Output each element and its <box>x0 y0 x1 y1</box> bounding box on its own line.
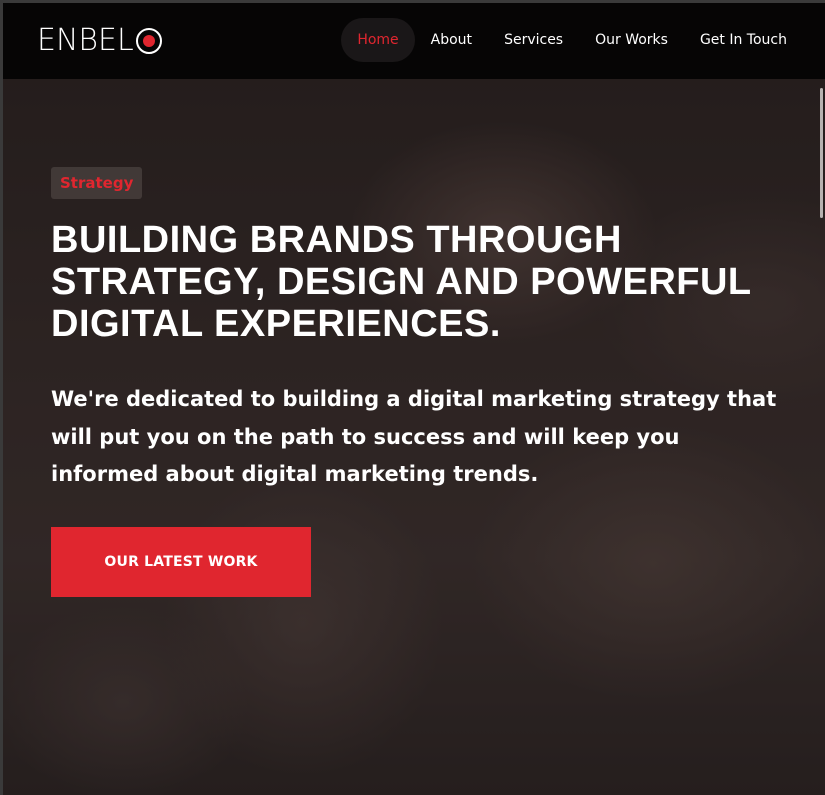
logo[interactable]: ENBEL <box>37 23 162 59</box>
logo-text: ENBEL <box>37 23 134 58</box>
hero-subtext: We're dedicated to building a digital ma… <box>51 387 777 486</box>
scrollbar[interactable] <box>820 88 823 218</box>
navbar: ENBEL Home About Services Our Works Get … <box>3 3 825 79</box>
nav-item-services[interactable]: Services <box>488 18 579 62</box>
page: ENBEL Home About Services Our Works Get … <box>0 0 825 795</box>
latest-work-button[interactable]: OUR LATEST WORK <box>51 526 311 597</box>
nav-item-get-in-touch[interactable]: Get In Touch <box>684 18 803 62</box>
nav-item-home[interactable]: Home <box>341 18 415 62</box>
hero-content: Strategy BUILDING BRANDS THROUGH STRATEG… <box>51 167 791 597</box>
hero-headline: BUILDING BRANDS THROUGH STRATEGY, DESIGN… <box>51 219 751 345</box>
nav-item-about[interactable]: About <box>415 18 488 62</box>
category-badge: Strategy <box>51 167 143 199</box>
logo-mark-icon <box>135 28 162 54</box>
main-nav: Home About Services Our Works Get In Tou… <box>341 18 803 62</box>
nav-item-our-works[interactable]: Our Works <box>579 18 684 62</box>
